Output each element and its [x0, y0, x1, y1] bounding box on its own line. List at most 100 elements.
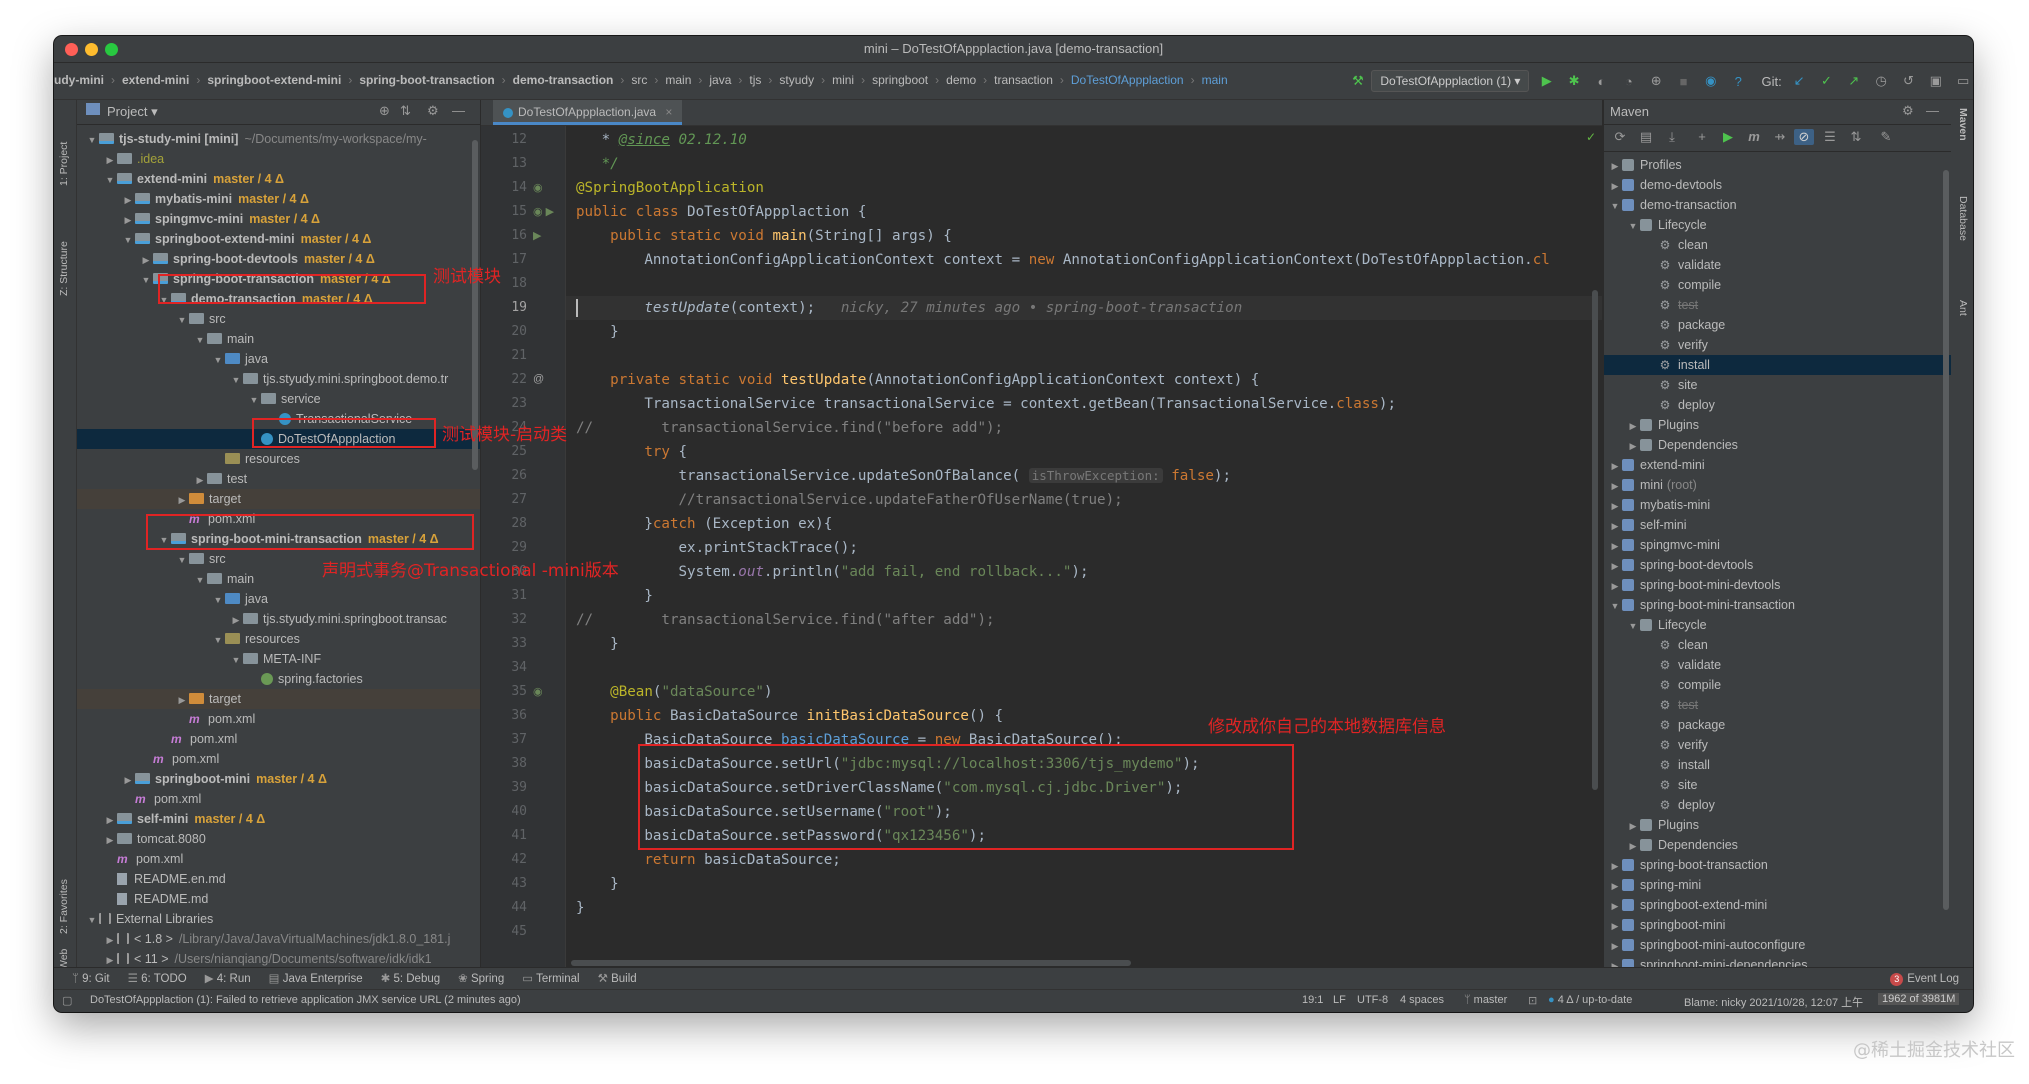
chevron-right-icon[interactable]: ▶: [121, 190, 135, 210]
editor-horizontal-scrollbar[interactable]: [571, 960, 1131, 966]
git-commit-icon[interactable]: ✓: [1816, 73, 1836, 89]
chevron-right-icon[interactable]: ▶: [1608, 456, 1622, 476]
chevron-right-icon[interactable]: ▶: [103, 830, 117, 850]
code-line[interactable]: }catch (Exception ex){: [566, 512, 1602, 536]
tree-item-idea[interactable]: ▶ .idea: [77, 149, 480, 169]
tree-item-pom-xml[interactable]: m pom.xml: [77, 709, 480, 729]
chevron-right-icon[interactable]: ▶: [103, 810, 117, 830]
tree-item-readme-md[interactable]: README.md: [77, 889, 480, 909]
breadcrumb-item[interactable]: java: [709, 73, 731, 87]
maven-item-demo-transaction[interactable]: ▼ demo-transaction: [1604, 195, 1951, 215]
chevron-right-icon[interactable]: ▶: [103, 150, 117, 170]
run-icon[interactable]: ▶: [1537, 73, 1557, 89]
maven-item-mini[interactable]: ▶ mini (root): [1604, 475, 1951, 495]
chevron-right-icon[interactable]: ▶: [1608, 476, 1622, 496]
code-line[interactable]: [566, 920, 1602, 944]
help-icon[interactable]: ?: [1728, 74, 1748, 89]
maven-item-verify[interactable]: ⚙ verify: [1604, 335, 1951, 355]
code-line[interactable]: System.out.println("add fail, end rollba…: [566, 560, 1602, 584]
code-line[interactable]: return basicDataSource;: [566, 848, 1602, 872]
maven-tool-tab[interactable]: Maven: [1957, 108, 1969, 141]
breadcrumb-item[interactable]: springboot: [872, 73, 928, 87]
maven-item-package[interactable]: ⚙ package: [1604, 315, 1951, 335]
code-line[interactable]: private static void testUpdate(Annotatio…: [566, 368, 1602, 392]
maven-item-spingmvc-mini[interactable]: ▶ spingmvc-mini: [1604, 535, 1951, 555]
code-line[interactable]: basicDataSource.setDriverClassName("com.…: [566, 776, 1602, 800]
code-line[interactable]: BasicDataSource basicDataSource = new Ba…: [566, 728, 1602, 752]
chevron-right-icon[interactable]: ▶: [1608, 156, 1622, 176]
profile-icon[interactable]: ◔: [1619, 74, 1639, 89]
chevron-down-icon[interactable]: ▼: [85, 910, 99, 930]
tree-item-pom-xml[interactable]: m pom.xml: [77, 729, 480, 749]
tree-item-spingmvc-mini[interactable]: ▶ spingmvc-mini master / 4 Δ: [77, 209, 480, 229]
code-line[interactable]: [566, 656, 1602, 680]
add-icon[interactable]: +: [1692, 129, 1712, 144]
skip-tests-icon[interactable]: ⊘: [1794, 129, 1814, 145]
maven-item-extend-mini[interactable]: ▶ extend-mini: [1604, 455, 1951, 475]
maven-gear-icon[interactable]: ⚙: [1902, 103, 1914, 119]
git-update-icon[interactable]: ↙: [1789, 73, 1809, 89]
code-line[interactable]: public static void main(String[] args) {: [566, 224, 1602, 248]
breadcrumb-item[interactable]: styudy: [779, 73, 814, 87]
chevron-down-icon[interactable]: ▼: [193, 330, 207, 350]
chevron-down-icon[interactable]: ▼: [1626, 216, 1640, 236]
code-line[interactable]: }: [566, 896, 1602, 920]
chevron-right-icon[interactable]: ▶: [175, 690, 189, 710]
tree-item-target[interactable]: ▶ target: [77, 689, 480, 709]
inspection-ok-icon[interactable]: ✓: [1586, 130, 1596, 144]
code-line[interactable]: [566, 272, 1602, 296]
editor-gutter[interactable]: 12 13 14 ◉ 15 ◉ ▶ 16 ▶ 17 18 19 20 21 22 @23 24 25 26 27 28…: [481, 126, 566, 968]
code-line[interactable]: basicDataSource.setUsername("root");: [566, 800, 1602, 824]
tree-item-springboot-mini[interactable]: ▶ springboot-mini master / 4 Δ: [77, 769, 480, 789]
tree-item-resources[interactable]: resources: [77, 449, 480, 469]
hide-panel-icon[interactable]: —: [452, 103, 465, 118]
code-line[interactable]: @Bean("dataSource"): [566, 680, 1602, 704]
code-line[interactable]: ex.printStackTrace();: [566, 536, 1602, 560]
code-line[interactable]: transactionalService.updateSonOfBalance(…: [566, 464, 1602, 488]
tree-item-src[interactable]: ▼ src: [77, 309, 480, 329]
git-push-icon[interactable]: ↗: [1844, 73, 1864, 89]
memory-indicator[interactable]: 1962 of 3981M: [1878, 993, 1960, 1005]
project-view-select[interactable]: Project ▾: [107, 104, 158, 120]
maven-item-springboot-mini-autoconfigure[interactable]: ▶ springboot-mini-autoconfigure: [1604, 935, 1951, 955]
tool-window-build[interactable]: ⚒ Build: [598, 968, 637, 990]
chevron-down-icon[interactable]: ▼: [211, 630, 225, 650]
code-line[interactable]: }: [566, 632, 1602, 656]
tool-window-4-run[interactable]: ▶ 4: Run: [205, 968, 251, 990]
vcs-status[interactable]: ● 4 Δ / up-to-date: [1548, 994, 1632, 1006]
maven-item-mybatis-mini[interactable]: ▶ mybatis-mini: [1604, 495, 1951, 515]
chevron-down-icon[interactable]: ▼: [229, 370, 243, 390]
breadcrumb-item[interactable]: main: [1202, 73, 1228, 87]
maven-hide-icon[interactable]: —: [1926, 103, 1939, 118]
chevron-right-icon[interactable]: ▶: [103, 930, 117, 950]
attach-icon[interactable]: ⊕: [1646, 73, 1666, 89]
maven-item-self-mini[interactable]: ▶ self-mini: [1604, 515, 1951, 535]
code-line[interactable]: }: [566, 872, 1602, 896]
code-line[interactable]: // transactionalService.find("after add"…: [566, 608, 1602, 632]
maven-item-site[interactable]: ⚙ site: [1604, 375, 1951, 395]
chevron-right-icon[interactable]: ▶: [139, 250, 153, 270]
debug-icon[interactable]: ✱: [1564, 73, 1584, 89]
override-icon[interactable]: @: [533, 373, 544, 385]
chevron-right-icon[interactable]: ▶: [193, 470, 207, 490]
tree-item-external-libraries[interactable]: ▼ External Libraries: [77, 909, 480, 929]
chevron-right-icon[interactable]: ▶: [1608, 936, 1622, 956]
tree-item-service[interactable]: ▼ service: [77, 389, 480, 409]
code-line[interactable]: }: [566, 584, 1602, 608]
breadcrumb-item[interactable]: mini: [832, 73, 854, 87]
maven-item-clean[interactable]: ⚙ clean: [1604, 235, 1951, 255]
tree-item-dotestofappplaction[interactable]: DoTestOfAppplaction: [77, 429, 480, 449]
show-dependencies-icon[interactable]: ☰: [1820, 129, 1840, 145]
chevron-right-icon[interactable]: ▶: [175, 490, 189, 510]
chevron-right-icon[interactable]: ▶: [1626, 436, 1640, 456]
code-line[interactable]: TransactionalService transactionalServic…: [566, 392, 1602, 416]
chevron-down-icon[interactable]: ▼: [1626, 616, 1640, 636]
tree-item-spring-boot-mini-transaction[interactable]: ▼ spring-boot-mini-transaction master / 4 …: [77, 529, 480, 549]
tree-item-spring-boot-devtools[interactable]: ▶ spring-boot-devtools master / 4 Δ: [77, 249, 480, 269]
code-line[interactable]: testUpdate(context); nicky, 27 minutes a…: [566, 296, 1602, 320]
maven-item-springboot-mini[interactable]: ▶ springboot-mini: [1604, 915, 1951, 935]
chevron-right-icon[interactable]: ▶: [103, 950, 117, 968]
tree-item-tomcat-8080[interactable]: ▶ tomcat.8080: [77, 829, 480, 849]
chevron-down-icon[interactable]: ▼: [211, 350, 225, 370]
run-gutter-icon[interactable]: ◉ ▶: [533, 205, 554, 218]
